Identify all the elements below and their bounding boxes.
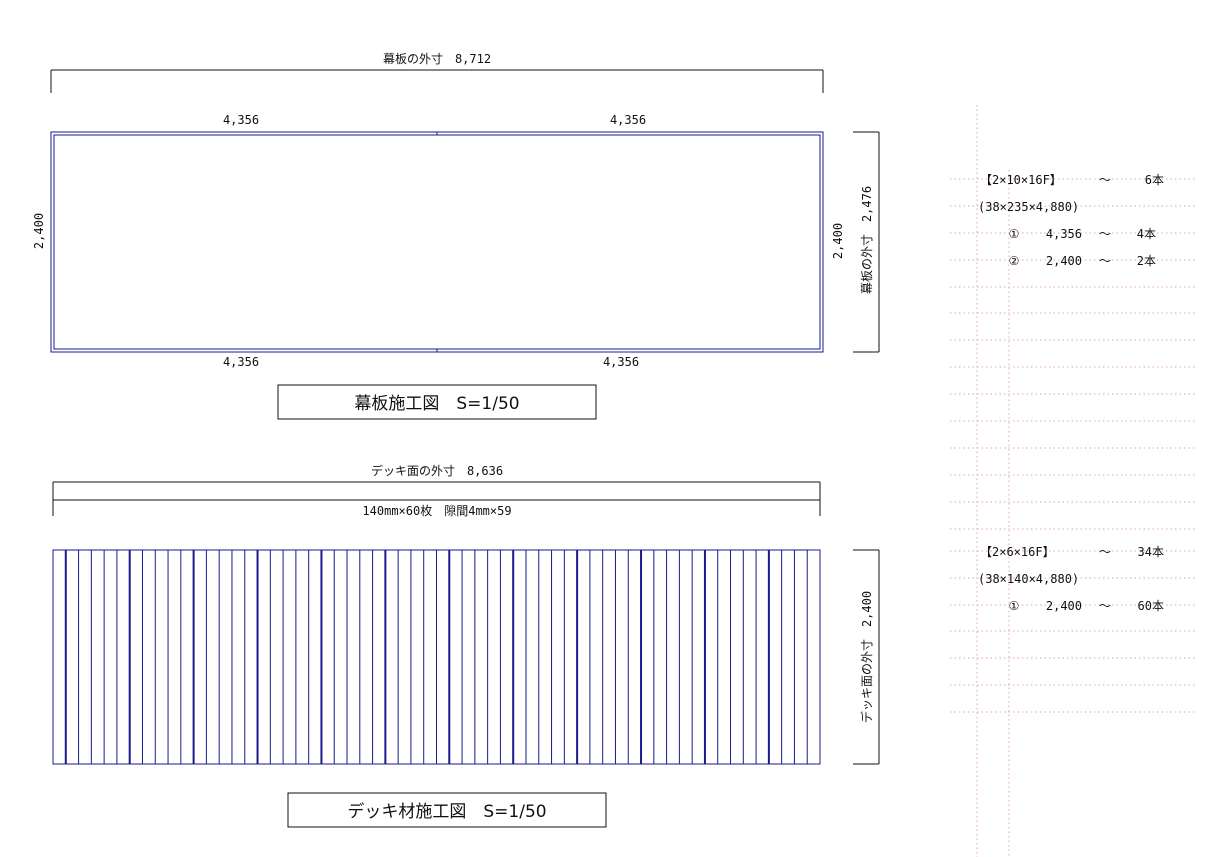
material2-spec: 【2×6×16F】 <box>980 545 1055 559</box>
material1-item1-qty: 4本 <box>1137 227 1156 241</box>
deck-title: デッキ材施工図 S=1/50 <box>347 801 546 822</box>
panel-bottom-left-length: 4,356 <box>223 355 259 369</box>
material2-tilde: ～ <box>1099 545 1111 559</box>
deck-overall-width-label: デッキ面の外寸 8,636 <box>371 463 503 478</box>
panel-top-right-length: 4,356 <box>610 113 646 127</box>
deck-boards <box>52 549 821 765</box>
panel-title: 幕板施工図 S=1/50 <box>354 394 519 414</box>
material1-item2-qty: 2本 <box>1137 254 1156 268</box>
panel-frame <box>50 131 824 353</box>
deck-boards-spec: 140mm×60枚 隙間4mm×59 <box>362 503 511 518</box>
material1-tilde: ～ <box>1099 173 1111 187</box>
panel-top-left-length: 4,356 <box>223 113 259 127</box>
material1-size: (38×235×4,880) <box>978 200 1079 214</box>
deck-outer-height-label: デッキ面の外寸 2,400 <box>859 591 874 723</box>
material2-item1-qty: 60本 <box>1138 599 1164 613</box>
panel-overall-width-label: 幕板の外寸 8,712 <box>383 52 491 66</box>
material-list: 【2×10×16F】 ～ 6本 (38×235×4,880) ① 4,356 ～… <box>978 173 1164 613</box>
material2-qty: 34本 <box>1138 545 1164 559</box>
material1-qty: 6本 <box>1145 173 1164 187</box>
panel-left-height: 2,400 <box>32 213 46 249</box>
material2-item1-tilde: ～ <box>1099 599 1111 613</box>
material1-item1-no: ① <box>1009 227 1020 241</box>
material2-size: (38×140×4,880) <box>978 572 1079 586</box>
material1-item2-tilde: ～ <box>1099 254 1111 268</box>
material2-item1-no: ① <box>1009 599 1020 613</box>
panel-outer-height-label: 幕板の外寸 2,476 <box>860 186 874 294</box>
panel-inner-right-height: 2,400 <box>831 223 845 259</box>
material2-item1-length: 2,400 <box>1046 599 1082 613</box>
panel-drawing: 幕板の外寸 8,712 4,356 4,356 4,356 4,356 2,40… <box>32 52 880 420</box>
material1-item1-length: 4,356 <box>1046 227 1082 241</box>
material1-item2-length: 2,400 <box>1046 254 1082 268</box>
material1-item1-tilde: ～ <box>1099 227 1111 241</box>
panel-bottom-right-length: 4,356 <box>603 355 639 369</box>
material1-item2-no: ② <box>1009 254 1020 268</box>
construction-drawing: 幕板の外寸 8,712 4,356 4,356 4,356 4,356 2,40… <box>32 52 1195 857</box>
deck-drawing: デッキ面の外寸 8,636 140mm×60枚 隙間4mm×59 デッキ面の外寸… <box>52 463 880 828</box>
panel-overall-dimension <box>50 69 824 93</box>
material1-spec: 【2×10×16F】 <box>980 173 1062 187</box>
material-grid <box>950 105 1195 857</box>
